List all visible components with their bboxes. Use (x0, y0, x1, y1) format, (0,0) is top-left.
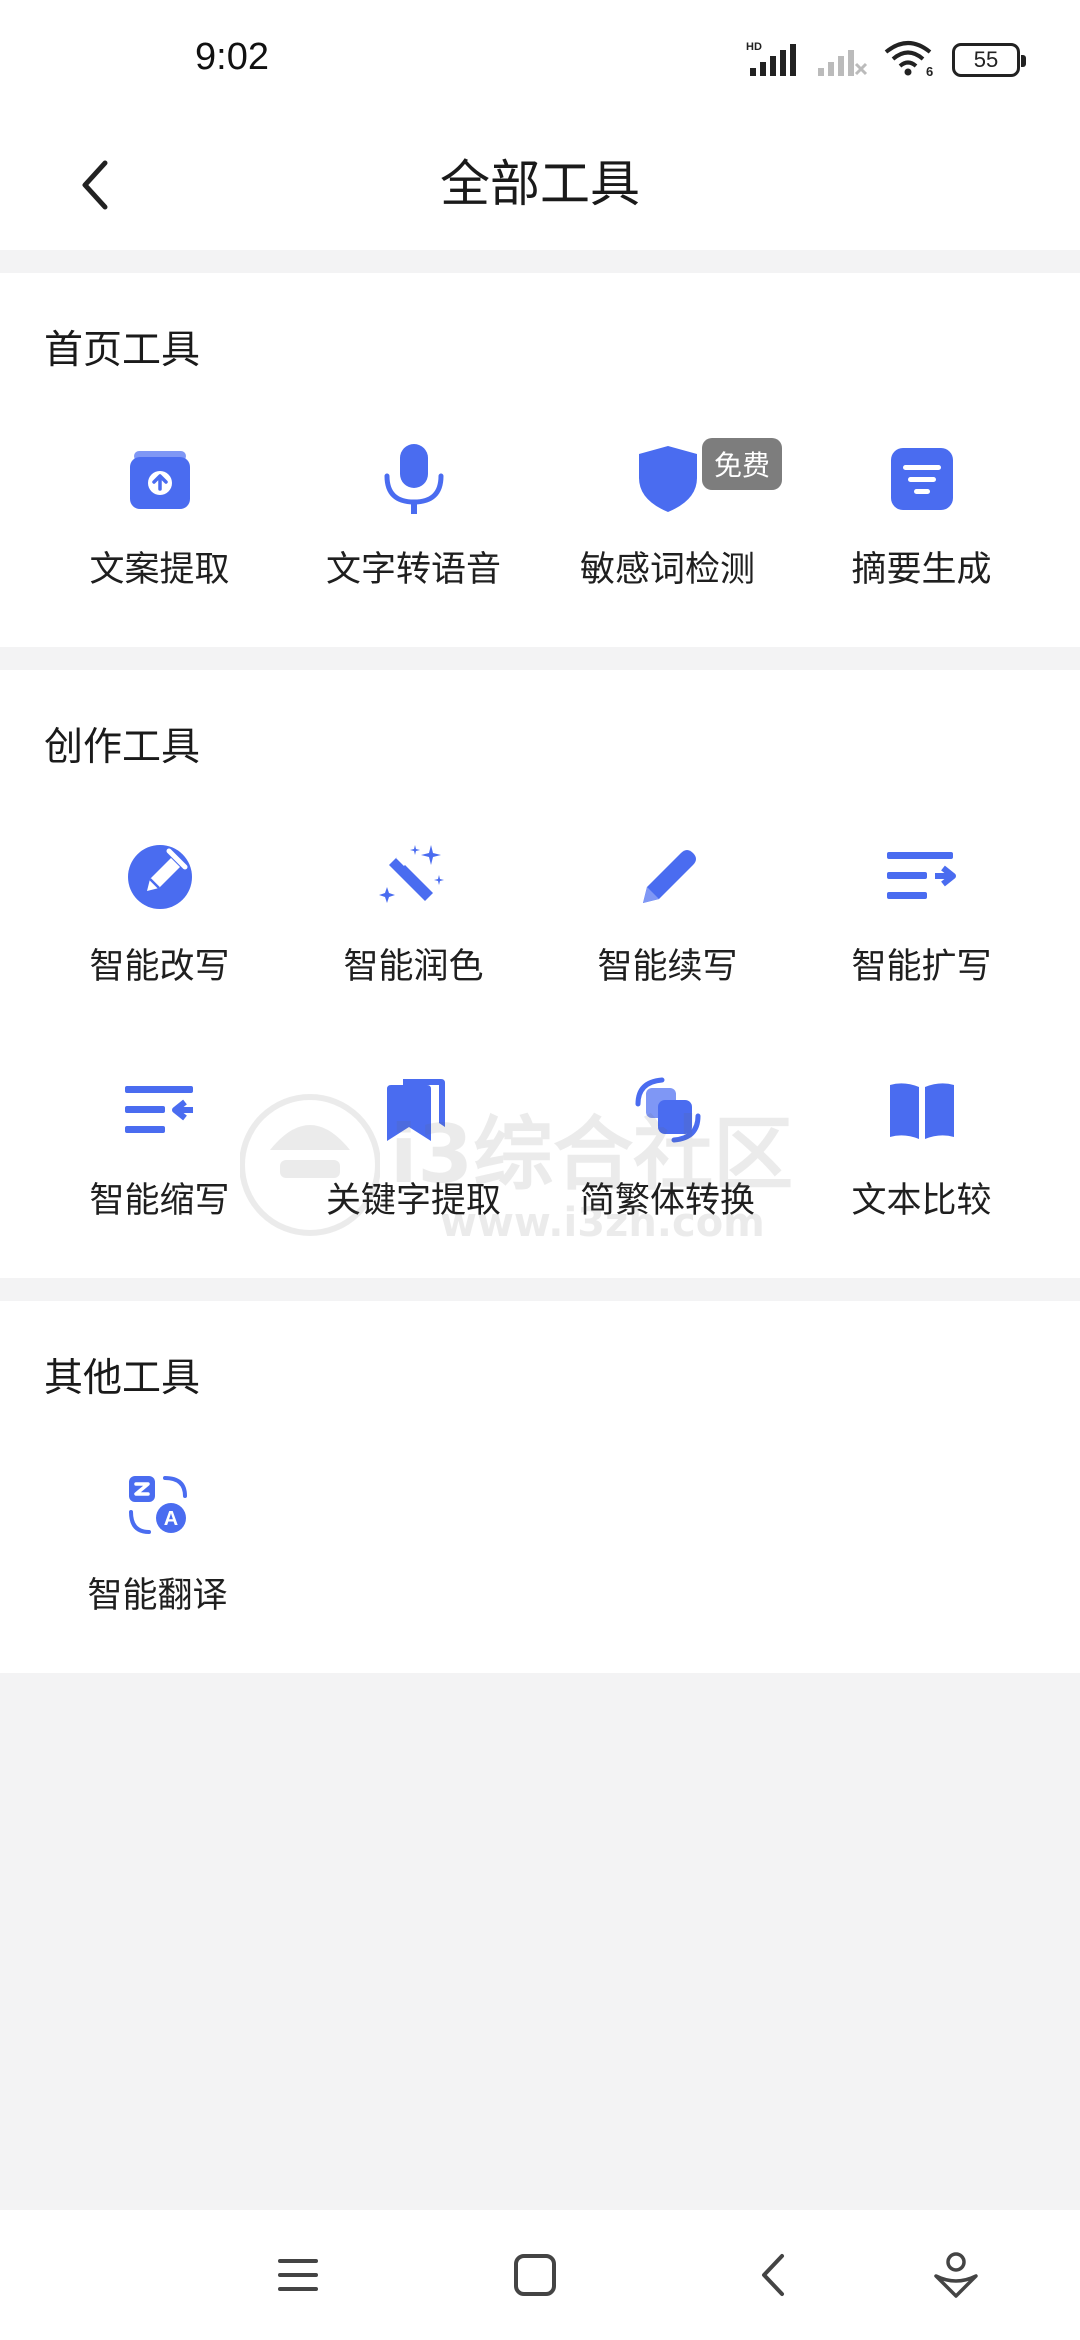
wifi-icon: 6 (882, 38, 938, 82)
header: 全部工具 (0, 120, 1080, 250)
page: 9:02 HD 6 55 全部工具 首页工具 文案提取 文字转语音 敏感词检测 … (0, 0, 1080, 2340)
assistant-icon (934, 2252, 978, 2298)
network-badge: HD (746, 41, 762, 53)
section-title: 创作工具 (44, 725, 201, 770)
tool-smart-expand[interactable]: 智能扩写 (794, 838, 1049, 1038)
section-creation-tools: 创作工具 智能改写 智能润色 智能续写 智能扩写 智能缩写 关键字提取 简繁体转… (0, 670, 1080, 1278)
microphone-icon (376, 441, 452, 517)
tool-smart-translate[interactable]: A 智能翻译 (30, 1467, 285, 1667)
tool-label: 文案提取 (89, 550, 230, 590)
tool-label: 智能润色 (343, 947, 484, 987)
section-title: 首页工具 (44, 328, 201, 373)
expand-lines-icon (884, 838, 960, 914)
tool-smart-continue[interactable]: 智能续写 (540, 838, 795, 1038)
tool-smart-shrink[interactable]: 智能缩写 (32, 1072, 287, 1272)
tool-label: 摘要生成 (851, 550, 992, 590)
back-chevron-icon (762, 2254, 784, 2296)
menu-icon (278, 2259, 318, 2291)
wifi-badge: 6 (926, 64, 933, 78)
tool-smart-rewrite[interactable]: 智能改写 (32, 838, 287, 1038)
tool-text-to-speech[interactable]: 文字转语音 (286, 441, 541, 641)
svg-text:A: A (163, 1508, 177, 1530)
nav-home-button[interactable] (500, 2240, 570, 2310)
tool-label: 智能翻译 (87, 1576, 228, 1616)
tool-label: 智能续写 (597, 947, 738, 987)
tool-label: 文字转语音 (325, 550, 501, 590)
nav-back-button[interactable] (738, 2240, 808, 2310)
tool-smart-polish[interactable]: 智能润色 (286, 838, 541, 1038)
tool-label: 文本比较 (851, 1181, 992, 1221)
battery-indicator: 55 (952, 43, 1026, 77)
tool-label: 智能缩写 (89, 1181, 230, 1221)
free-badge: 免费 (702, 438, 783, 490)
page-title: 全部工具 (440, 155, 640, 213)
nav-menu-button[interactable] (263, 2240, 333, 2310)
magic-wand-icon (376, 838, 452, 914)
open-book-icon (884, 1072, 960, 1148)
home-square-icon (514, 2254, 556, 2296)
tool-label: 智能改写 (89, 947, 230, 987)
tool-copy-extract[interactable]: 文案提取 (32, 441, 287, 641)
section-title: 其他工具 (44, 1356, 201, 1401)
section-other-tools: 其他工具 A 智能翻译 (0, 1301, 1080, 1673)
tool-simplified-traditional[interactable]: 简繁体转换 (540, 1072, 795, 1272)
translate-icon: A (120, 1467, 196, 1543)
tool-label: 简繁体转换 (579, 1181, 755, 1221)
summary-list-icon (884, 441, 960, 517)
edit-circle-icon (122, 838, 198, 914)
tool-summary[interactable]: 摘要生成 (794, 441, 1049, 641)
shrink-lines-icon (122, 1072, 198, 1148)
tool-label: 敏感词检测 (579, 550, 755, 590)
convert-squares-icon (630, 1072, 706, 1148)
bookmark-icon (376, 1072, 452, 1148)
tool-label: 关键字提取 (325, 1181, 501, 1221)
status-time: 9:02 (195, 36, 269, 78)
nav-assistant-button[interactable] (921, 2240, 991, 2310)
signal-icon: HD (746, 38, 802, 82)
pencil-icon (630, 838, 706, 914)
tool-text-compare[interactable]: 文本比较 (794, 1072, 1049, 1272)
tool-keyword-extract[interactable]: 关键字提取 (286, 1072, 541, 1272)
status-icons: HD 6 55 (746, 38, 1026, 82)
navigation-bar (0, 2210, 1080, 2340)
upload-box-icon (122, 441, 198, 517)
status-bar: 9:02 HD 6 55 (0, 0, 1080, 120)
section-home-tools: 首页工具 文案提取 文字转语音 敏感词检测 摘要生成 (0, 273, 1080, 647)
tool-label: 智能扩写 (851, 947, 992, 987)
shield-icon (630, 441, 706, 517)
signal-off-icon (816, 38, 868, 82)
